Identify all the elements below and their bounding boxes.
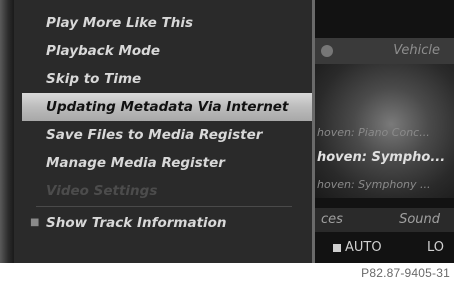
track-entry: hoven: Piano Conc... <box>317 126 430 139</box>
menu-border <box>312 0 315 263</box>
menu-item-video-settings: Video Settings <box>46 183 158 199</box>
options-menu: Play More Like This Playback Mode Skip t… <box>14 0 312 263</box>
menu-item-updating-metadata[interactable]: Updating Metadata Via Internet <box>22 93 312 121</box>
menu-item-play-more-like-this[interactable]: Play More Like This <box>22 9 312 37</box>
left-edge <box>0 0 14 263</box>
climate-status: AUTO LO <box>315 236 454 260</box>
menu-item-label: Show Track Information <box>46 215 227 231</box>
track-entry: hoven: Symphony ... <box>317 178 431 191</box>
menu-item-skip-to-time[interactable]: Skip to Time <box>22 65 312 93</box>
auto-label: AUTO <box>345 240 382 255</box>
menu-item-show-track-information[interactable]: ■ Show Track Information <box>22 209 312 237</box>
bullet-icon: ■ <box>30 217 40 228</box>
figure-code: P82.87-9405-31 <box>361 266 450 280</box>
menu-separator <box>36 206 292 207</box>
tab-services: ces <box>321 212 343 227</box>
background-tabs: ces Sound <box>315 208 454 232</box>
background-media-panel: Vehicle hoven: Piano Conc... hoven: Symp… <box>315 0 454 263</box>
status-dot-icon <box>321 45 333 57</box>
track-entry: hoven: Sympho... <box>317 150 446 165</box>
screen: Vehicle hoven: Piano Conc... hoven: Symp… <box>0 0 454 263</box>
menu-item-save-files[interactable]: Save Files to Media Register <box>22 121 312 149</box>
menu-item-manage-media-register[interactable]: Manage Media Register <box>22 149 312 177</box>
lo-label: LO <box>426 240 444 255</box>
menu-item-playback-mode[interactable]: Playback Mode <box>22 37 312 65</box>
vehicle-label: Vehicle <box>393 43 440 58</box>
auto-indicator-icon <box>333 244 341 252</box>
background-header: Vehicle <box>315 38 454 64</box>
tab-sound: Sound <box>399 212 440 227</box>
